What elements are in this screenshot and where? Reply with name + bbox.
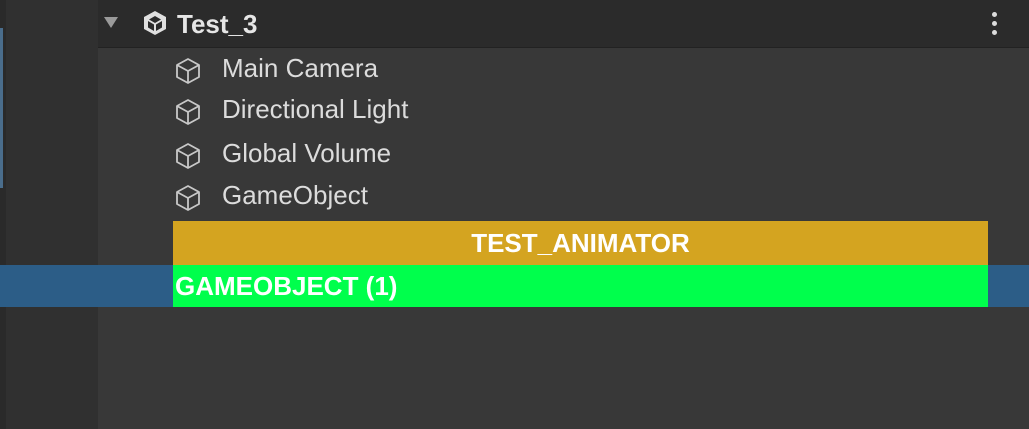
kebab-menu-icon[interactable] bbox=[990, 12, 1000, 38]
foldout-arrow-icon[interactable] bbox=[104, 17, 118, 28]
hierarchy-item-label: Global Volume bbox=[222, 138, 392, 168]
cube-icon bbox=[176, 143, 200, 169]
hierarchy-item-label: Main Camera bbox=[222, 53, 379, 83]
cube-icon bbox=[176, 99, 200, 125]
hierarchy-window: Test_3 Main Camera Directional Light Glo… bbox=[0, 0, 1029, 429]
hierarchy-header-gameobject-1[interactable]: GAMEOBJECT (1) bbox=[173, 265, 988, 307]
hierarchy-left-gutter bbox=[0, 0, 98, 429]
window-left-accent bbox=[0, 28, 3, 188]
hierarchy-item-label: GameObject bbox=[222, 180, 368, 210]
cube-icon bbox=[176, 58, 200, 84]
cube-icon bbox=[176, 185, 200, 211]
hierarchy-item-label: Directional Light bbox=[222, 94, 409, 124]
unity-scene-icon bbox=[144, 11, 166, 35]
hierarchy-header-test-animator[interactable]: TEST_ANIMATOR bbox=[173, 221, 988, 265]
scene-title: Test_3 bbox=[177, 9, 258, 39]
